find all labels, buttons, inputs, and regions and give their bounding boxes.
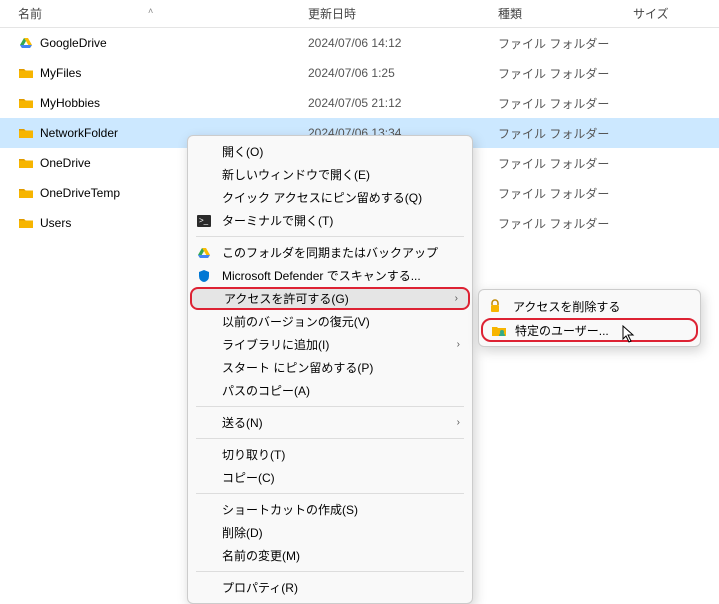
column-type[interactable]: 種類	[490, 5, 625, 22]
file-row[interactable]: MyFiles 2024/07/06 1:25ファイル フォルダー	[0, 58, 719, 88]
folder-icon	[18, 95, 34, 111]
cell-type: ファイル フォルダー	[490, 125, 625, 142]
menu-send-to[interactable]: 送る(N) ›	[188, 411, 472, 434]
menu-delete[interactable]: 削除(D)	[188, 521, 472, 544]
svg-text:>_: >_	[199, 216, 209, 225]
sort-asc-icon: ˄	[148, 6, 153, 16]
file-name-label: GoogleDrive	[40, 36, 107, 50]
column-size[interactable]: サイズ	[625, 5, 715, 22]
menu-cut[interactable]: 切り取り(T)	[188, 443, 472, 466]
file-name-label: OneDrive	[40, 156, 91, 170]
menu-grant-access[interactable]: アクセスを許可する(G) ›	[190, 287, 470, 310]
menu-defender-scan[interactable]: Microsoft Defender でスキャンする...	[188, 264, 472, 287]
menu-create-shortcut[interactable]: ショートカットの作成(S)	[188, 498, 472, 521]
cell-date: 2024/07/05 21:12	[300, 96, 490, 110]
folder-icon	[18, 65, 34, 81]
lock-icon	[487, 298, 503, 314]
submenu-remove-access[interactable]: アクセスを削除する	[479, 294, 700, 318]
file-name-label: MyHobbies	[40, 96, 100, 110]
folder-icon	[18, 155, 34, 171]
folder-icon	[18, 215, 34, 231]
menu-separator	[196, 406, 464, 407]
terminal-icon: >_	[196, 213, 212, 229]
folder-icon	[18, 185, 34, 201]
column-headers: 名前 ˄ 更新日時 種類 サイズ	[0, 0, 719, 28]
menu-separator	[196, 493, 464, 494]
file-name-label: MyFiles	[40, 66, 81, 80]
menu-open-terminal[interactable]: >_ ターミナルで開く(T)	[188, 209, 472, 232]
chevron-right-icon: ›	[457, 417, 460, 428]
column-date[interactable]: 更新日時	[300, 5, 490, 22]
file-name-label: NetworkFolder	[40, 126, 118, 140]
cell-date: 2024/07/06 14:12	[300, 36, 490, 50]
column-name[interactable]: 名前 ˄	[0, 5, 300, 22]
menu-separator	[196, 571, 464, 572]
cell-date: 2024/07/06 1:25	[300, 66, 490, 80]
cell-type: ファイル フォルダー	[490, 35, 625, 52]
menu-open-new-window[interactable]: 新しいウィンドウで開く(E)	[188, 163, 472, 186]
cell-type: ファイル フォルダー	[490, 95, 625, 112]
gdrive-icon	[18, 35, 34, 51]
menu-separator	[196, 236, 464, 237]
menu-separator	[196, 438, 464, 439]
cell-type: ファイル フォルダー	[490, 65, 625, 82]
file-row[interactable]: MyHobbies 2024/07/05 21:12ファイル フォルダー	[0, 88, 719, 118]
access-submenu: アクセスを削除する 特定のユーザー...	[478, 289, 701, 347]
menu-properties[interactable]: プロパティ(R)	[188, 576, 472, 599]
menu-restore-versions[interactable]: 以前のバージョンの復元(V)	[188, 310, 472, 333]
chevron-right-icon: ›	[455, 293, 458, 304]
file-row[interactable]: GoogleDrive 2024/07/06 14:12ファイル フォルダー	[0, 28, 719, 58]
menu-copy-path[interactable]: パスのコピー(A)	[188, 379, 472, 402]
menu-open[interactable]: 開く(O)	[188, 140, 472, 163]
cell-name: MyFiles	[0, 65, 300, 81]
cell-type: ファイル フォルダー	[490, 185, 625, 202]
context-menu: 開く(O) 新しいウィンドウで開く(E) クイック アクセスにピン留めする(Q)…	[187, 135, 473, 604]
submenu-specific-users[interactable]: 特定のユーザー...	[481, 318, 698, 342]
column-name-label: 名前	[18, 7, 42, 21]
folder-icon	[18, 125, 34, 141]
file-name-label: OneDriveTemp	[40, 186, 120, 200]
menu-rename[interactable]: 名前の変更(M)	[188, 544, 472, 567]
menu-copy[interactable]: コピー(C)	[188, 466, 472, 489]
cell-name: MyHobbies	[0, 95, 300, 111]
shield-icon	[196, 268, 212, 284]
file-name-label: Users	[40, 216, 71, 230]
chevron-right-icon: ›	[457, 339, 460, 350]
menu-pin-start[interactable]: スタート にピン留めする(P)	[188, 356, 472, 379]
share-folder-icon	[491, 322, 507, 338]
menu-add-to-library[interactable]: ライブラリに追加(I) ›	[188, 333, 472, 356]
cell-type: ファイル フォルダー	[490, 155, 625, 172]
cell-type: ファイル フォルダー	[490, 215, 625, 232]
menu-pin-quick-access[interactable]: クイック アクセスにピン留めする(Q)	[188, 186, 472, 209]
gdrive-icon	[196, 245, 212, 261]
cell-name: GoogleDrive	[0, 35, 300, 51]
menu-sync-backup[interactable]: このフォルダを同期またはバックアップ	[188, 241, 472, 264]
